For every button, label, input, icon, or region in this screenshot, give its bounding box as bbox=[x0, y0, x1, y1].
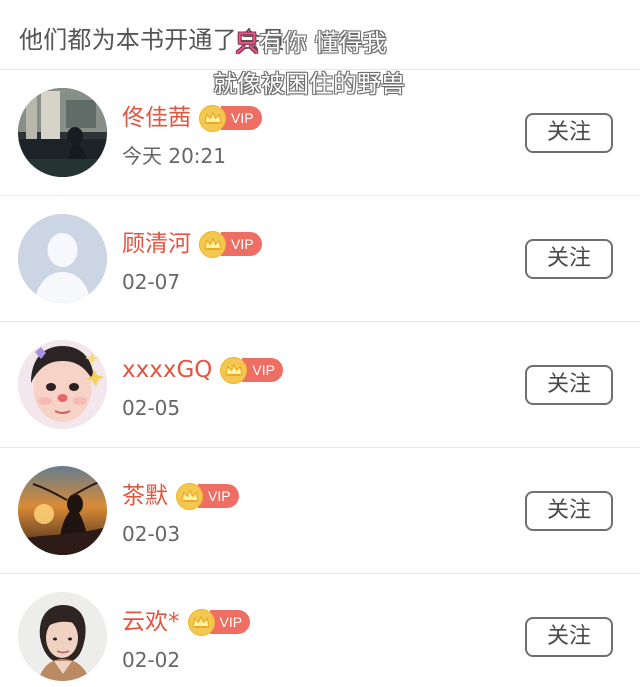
floating-comment-line-1: 只有你 懂得我 bbox=[235, 28, 387, 58]
floating-comment-accent: 只 bbox=[235, 29, 259, 57]
member-row-4[interactable]: 茶默 VIP 02-03 关注 bbox=[0, 448, 640, 574]
vip-badge: VIP bbox=[199, 104, 262, 132]
follow-button[interactable]: 关注 bbox=[525, 365, 613, 405]
dark-window-portrait-image bbox=[18, 88, 107, 177]
crown-icon bbox=[199, 104, 226, 132]
crown-icon bbox=[187, 608, 215, 636]
member-date: 02-07 bbox=[122, 270, 181, 294]
member-name-line: xxxxGQ VIP bbox=[122, 353, 283, 387]
default-person-avatar[interactable] bbox=[18, 214, 107, 303]
member-name-line: 佟佳茜 VIP bbox=[122, 101, 262, 135]
follow-button[interactable]: 关注 bbox=[525, 113, 613, 153]
short-hair-portrait-avatar[interactable] bbox=[18, 592, 107, 681]
vip-badge: VIP bbox=[187, 608, 251, 636]
member-date: 今天 20:21 bbox=[122, 144, 226, 168]
member-date: 02-02 bbox=[122, 648, 181, 672]
sunset-profile-avatar[interactable] bbox=[18, 466, 107, 555]
member-name-line: 茶默 VIP bbox=[122, 479, 239, 513]
vip-label: VIP bbox=[209, 610, 251, 634]
crown-icon bbox=[176, 482, 203, 510]
vip-badge: VIP bbox=[176, 482, 239, 510]
member-row-5[interactable]: 云欢* VIP 02-02 关注 bbox=[0, 574, 640, 687]
follow-button[interactable]: 关注 bbox=[525, 239, 613, 279]
member-name[interactable]: 茶默 bbox=[122, 481, 168, 511]
member-name-line: 云欢* VIP bbox=[122, 605, 251, 639]
dark-window-portrait-avatar[interactable] bbox=[18, 88, 107, 177]
member-list: 佟佳茜 VIP 今天 20:21 关注 顾清河 VIP 02-07 关注 xxx… bbox=[0, 70, 640, 687]
member-date: 02-05 bbox=[122, 396, 181, 420]
floating-comment-line-2: 就像被困住的野兽 bbox=[213, 70, 405, 98]
crown-icon bbox=[199, 230, 226, 258]
vip-label: VIP bbox=[242, 358, 283, 382]
vip-label: VIP bbox=[198, 484, 239, 508]
vip-label: VIP bbox=[221, 232, 262, 256]
member-name[interactable]: 顾清河 bbox=[122, 229, 191, 259]
member-list-screen: 他们都为本书开通了会员 只有你 懂得我 就像被困住的野兽 佟佳茜 VIP 今天 … bbox=[0, 0, 640, 687]
member-name[interactable]: 佟佳茜 bbox=[122, 103, 191, 133]
cute-face-avatar[interactable] bbox=[18, 340, 107, 429]
vip-badge: VIP bbox=[220, 356, 283, 384]
member-row-2[interactable]: 顾清河 VIP 02-07 关注 bbox=[0, 196, 640, 322]
vip-badge: VIP bbox=[199, 230, 262, 258]
member-row-3[interactable]: xxxxGQ VIP 02-05 关注 bbox=[0, 322, 640, 448]
short-hair-portrait-image bbox=[18, 592, 107, 681]
follow-button[interactable]: 关注 bbox=[525, 617, 613, 657]
sunset-profile-image bbox=[18, 466, 107, 555]
member-name-line: 顾清河 VIP bbox=[122, 227, 262, 261]
cute-face-image bbox=[18, 340, 107, 429]
member-name[interactable]: xxxxGQ bbox=[122, 355, 212, 385]
member-date: 02-03 bbox=[122, 522, 181, 546]
crown-icon bbox=[220, 356, 248, 384]
vip-label: VIP bbox=[221, 106, 262, 130]
follow-button[interactable]: 关注 bbox=[525, 491, 613, 531]
header: 他们都为本书开通了会员 只有你 懂得我 bbox=[0, 0, 640, 70]
default-person-image bbox=[18, 214, 107, 303]
floating-comment-text: 有你 懂得我 bbox=[259, 29, 387, 57]
member-name[interactable]: 云欢* bbox=[122, 607, 180, 637]
